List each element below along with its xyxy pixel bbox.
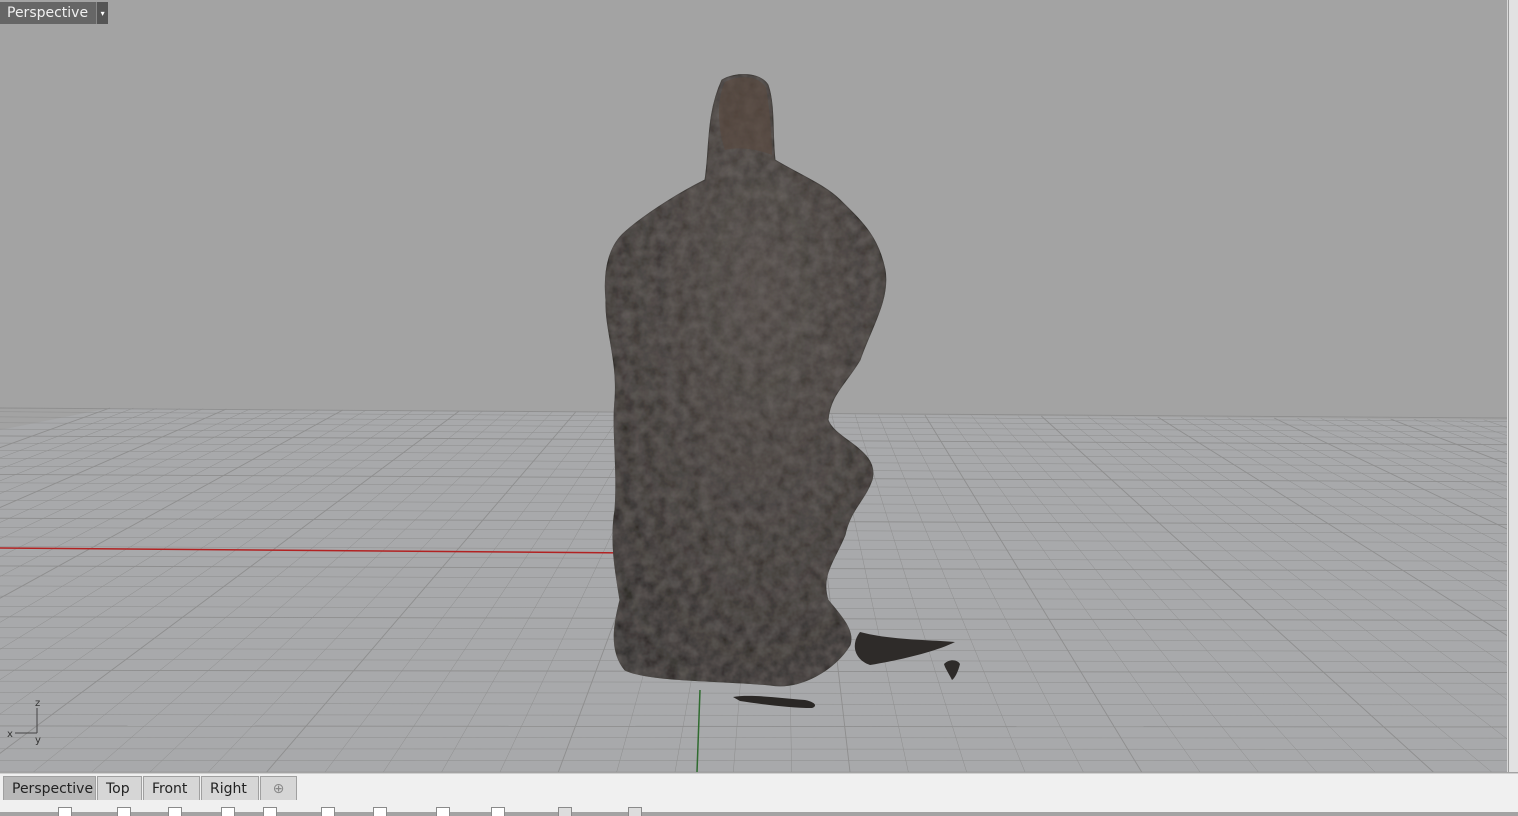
viewport-title[interactable]: Perspective ▾ [0, 2, 108, 24]
viewport-menu-dropdown-icon[interactable]: ▾ [96, 2, 108, 24]
axis-z-label: z [35, 698, 40, 709]
perspective-viewport[interactable]: z x y Perspective ▾ [0, 0, 1508, 772]
axis-y-label: y [35, 735, 41, 746]
add-tab-icon[interactable]: ⊕ [260, 776, 297, 800]
osnap-status-bar [0, 801, 1518, 812]
viewport-tabs-bar: Perspective Top Front Right ⊕ [0, 773, 1518, 802]
tab-perspective[interactable]: Perspective [3, 776, 96, 800]
tab-right[interactable]: Right [201, 776, 259, 800]
tab-front[interactable]: Front [143, 776, 200, 800]
scene-canvas[interactable]: z x y [0, 0, 1507, 772]
tab-top[interactable]: Top [97, 776, 142, 800]
viewport-title-label[interactable]: Perspective [0, 2, 96, 24]
axis-x-label: x [7, 729, 13, 740]
viewport-right-border [1508, 0, 1518, 772]
